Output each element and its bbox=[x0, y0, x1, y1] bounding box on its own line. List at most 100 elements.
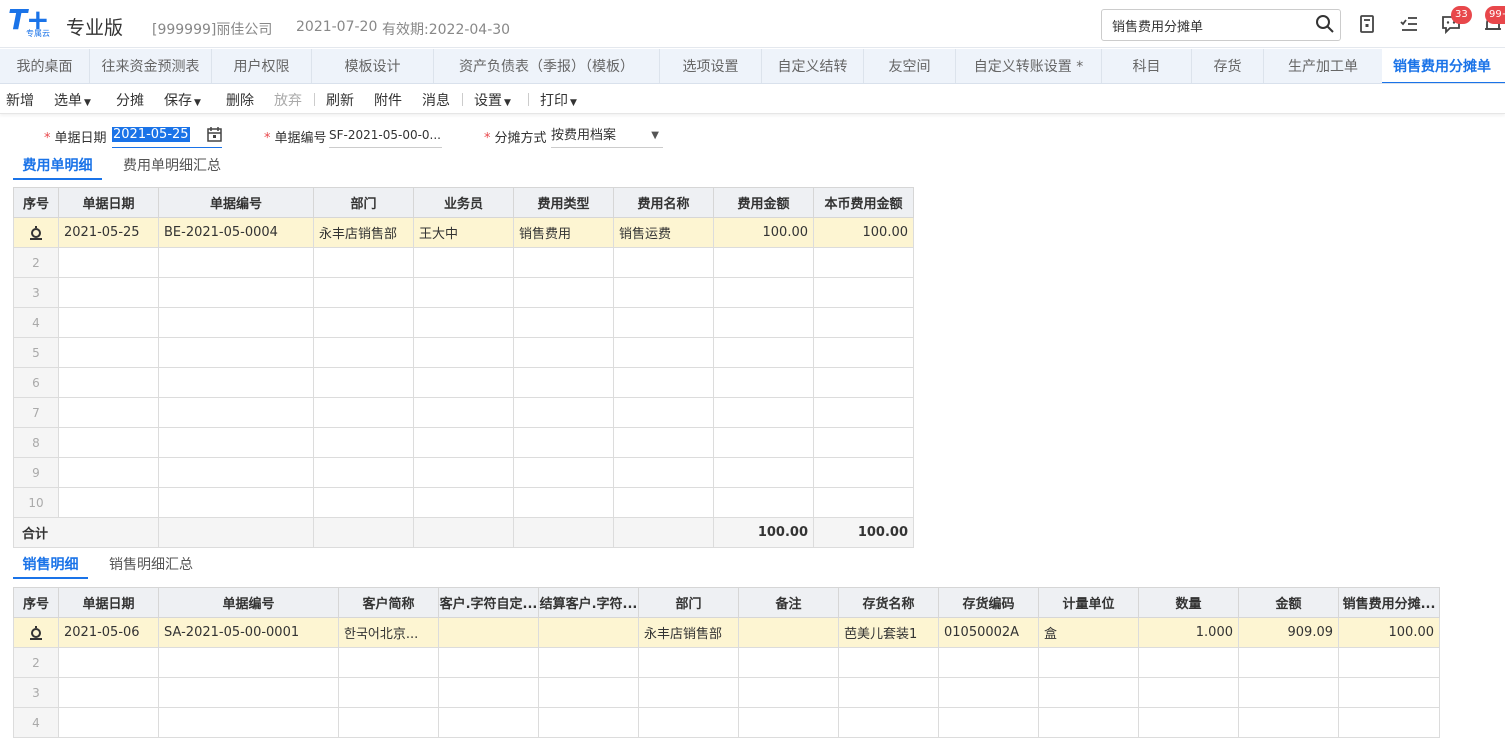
search-input[interactable] bbox=[1101, 9, 1341, 41]
empty-cell[interactable] bbox=[438, 647, 539, 678]
empty-cell[interactable] bbox=[1238, 677, 1339, 708]
empty-cell[interactable] bbox=[513, 397, 614, 428]
search-icon[interactable] bbox=[1315, 14, 1335, 34]
empty-cell[interactable] bbox=[413, 307, 514, 338]
empty-cell[interactable] bbox=[638, 647, 739, 678]
column-header[interactable]: 存货名称 bbox=[838, 587, 939, 618]
empty-cell[interactable] bbox=[738, 707, 839, 738]
column-header[interactable]: 费用金额 bbox=[713, 187, 814, 218]
column-header[interactable]: 单据日期 bbox=[58, 587, 159, 618]
tab-custom-carryover[interactable]: 自定义结转 bbox=[762, 49, 864, 83]
empty-cell[interactable] bbox=[313, 307, 414, 338]
empty-cell[interactable] bbox=[1238, 647, 1339, 678]
empty-cell[interactable] bbox=[158, 487, 314, 518]
empty-cell[interactable] bbox=[313, 457, 414, 488]
cell-code[interactable]: SA-2021-05-00-0001 bbox=[158, 617, 339, 648]
print-button[interactable]: 打印 ▼ bbox=[540, 90, 577, 110]
cell-customer-custom[interactable] bbox=[438, 617, 539, 648]
empty-cell[interactable] bbox=[413, 277, 514, 308]
empty-cell[interactable] bbox=[158, 677, 339, 708]
empty-cell[interactable] bbox=[638, 677, 739, 708]
empty-cell[interactable] bbox=[713, 307, 814, 338]
empty-cell[interactable] bbox=[813, 337, 914, 368]
column-header[interactable]: 部门 bbox=[638, 587, 739, 618]
empty-cell[interactable] bbox=[1038, 647, 1139, 678]
discard-button[interactable]: 放弃 bbox=[274, 90, 302, 110]
company-name[interactable]: [999999]丽佳公司 bbox=[152, 19, 272, 39]
empty-cell[interactable] bbox=[613, 487, 714, 518]
empty-cell[interactable] bbox=[1238, 707, 1339, 738]
empty-cell[interactable] bbox=[313, 367, 414, 398]
empty-cell[interactable] bbox=[158, 367, 314, 398]
tab-expense-detail[interactable]: 费用单明细 bbox=[13, 156, 102, 180]
empty-cell[interactable] bbox=[58, 707, 159, 738]
tab-options[interactable]: 选项设置 bbox=[660, 49, 762, 83]
empty-cell[interactable] bbox=[158, 647, 339, 678]
cell-unit[interactable]: 盒 bbox=[1038, 617, 1139, 648]
empty-cell[interactable] bbox=[938, 647, 1039, 678]
cell-code[interactable]: BE-2021-05-0004 bbox=[158, 217, 314, 248]
refresh-button[interactable]: 刷新 bbox=[326, 90, 354, 110]
empty-cell[interactable] bbox=[313, 337, 414, 368]
cell-expense-name[interactable]: 销售运费 bbox=[613, 217, 714, 248]
empty-cell[interactable] bbox=[738, 677, 839, 708]
empty-cell[interactable] bbox=[813, 427, 914, 458]
empty-cell[interactable] bbox=[438, 677, 539, 708]
empty-cell[interactable] bbox=[513, 277, 614, 308]
settings-button[interactable]: 设置 ▼ bbox=[474, 90, 511, 110]
column-header[interactable]: 结算客户.字符... bbox=[538, 587, 639, 618]
column-header[interactable]: 单据编号 bbox=[158, 187, 314, 218]
table-row[interactable]: 6 bbox=[13, 367, 914, 398]
column-header[interactable]: 计量单位 bbox=[1038, 587, 1139, 618]
row-index[interactable]: 2 bbox=[13, 647, 59, 678]
empty-cell[interactable] bbox=[58, 337, 159, 368]
empty-cell[interactable] bbox=[158, 247, 314, 278]
cell-amount[interactable]: 909.09 bbox=[1238, 617, 1339, 648]
chevron-down-icon[interactable]: ▼ bbox=[651, 126, 659, 146]
column-header[interactable]: 费用名称 bbox=[613, 187, 714, 218]
tab-inventory[interactable]: 存货 bbox=[1192, 49, 1264, 83]
table-row[interactable]: 10 bbox=[13, 487, 914, 518]
column-header[interactable]: 单据日期 bbox=[58, 187, 159, 218]
tab-balance-sheet[interactable]: 资产负债表（季报）（模板） bbox=[434, 49, 660, 83]
save-button[interactable]: 保存 ▼ bbox=[164, 90, 201, 110]
table-row[interactable]: 4 bbox=[13, 707, 1440, 738]
cell-salesman[interactable]: 王大中 bbox=[413, 217, 514, 248]
empty-cell[interactable] bbox=[1138, 647, 1239, 678]
empty-cell[interactable] bbox=[613, 397, 714, 428]
empty-cell[interactable] bbox=[513, 487, 614, 518]
empty-cell[interactable] bbox=[513, 427, 614, 458]
empty-cell[interactable] bbox=[938, 707, 1039, 738]
tab-cash-forecast[interactable]: 往来资金预测表 bbox=[90, 49, 212, 83]
attachment-button[interactable]: 附件 bbox=[374, 90, 402, 110]
cell-item-code[interactable]: 01050002A bbox=[938, 617, 1039, 648]
empty-cell[interactable] bbox=[1138, 707, 1239, 738]
column-header[interactable]: 单据编号 bbox=[158, 587, 339, 618]
tab-custom-transfer[interactable]: 自定义转账设置 * bbox=[956, 49, 1102, 83]
empty-cell[interactable] bbox=[713, 277, 814, 308]
tab-desktop[interactable]: 我的桌面 bbox=[0, 49, 90, 83]
empty-cell[interactable] bbox=[58, 397, 159, 428]
empty-cell[interactable] bbox=[58, 367, 159, 398]
new-button[interactable]: 新增 bbox=[6, 90, 34, 110]
empty-cell[interactable] bbox=[613, 367, 714, 398]
empty-cell[interactable] bbox=[438, 707, 539, 738]
table-row[interactable]: 2 bbox=[13, 247, 914, 278]
empty-cell[interactable] bbox=[713, 457, 814, 488]
row-settings-icon[interactable] bbox=[28, 625, 44, 641]
row-index[interactable] bbox=[13, 217, 59, 248]
empty-cell[interactable] bbox=[158, 457, 314, 488]
column-header[interactable]: 销售费用分摊... bbox=[1338, 587, 1440, 618]
empty-cell[interactable] bbox=[513, 337, 614, 368]
empty-cell[interactable] bbox=[1338, 647, 1440, 678]
empty-cell[interactable] bbox=[338, 707, 439, 738]
empty-cell[interactable] bbox=[813, 307, 914, 338]
cell-local-amount[interactable]: 100.00 bbox=[813, 217, 914, 248]
empty-cell[interactable] bbox=[1338, 707, 1440, 738]
empty-cell[interactable] bbox=[158, 277, 314, 308]
empty-cell[interactable] bbox=[58, 647, 159, 678]
empty-cell[interactable] bbox=[813, 247, 914, 278]
doc-code-field[interactable]: SF-2021-05-00-0... bbox=[329, 126, 442, 148]
empty-cell[interactable] bbox=[58, 487, 159, 518]
row-index[interactable]: 4 bbox=[13, 307, 59, 338]
